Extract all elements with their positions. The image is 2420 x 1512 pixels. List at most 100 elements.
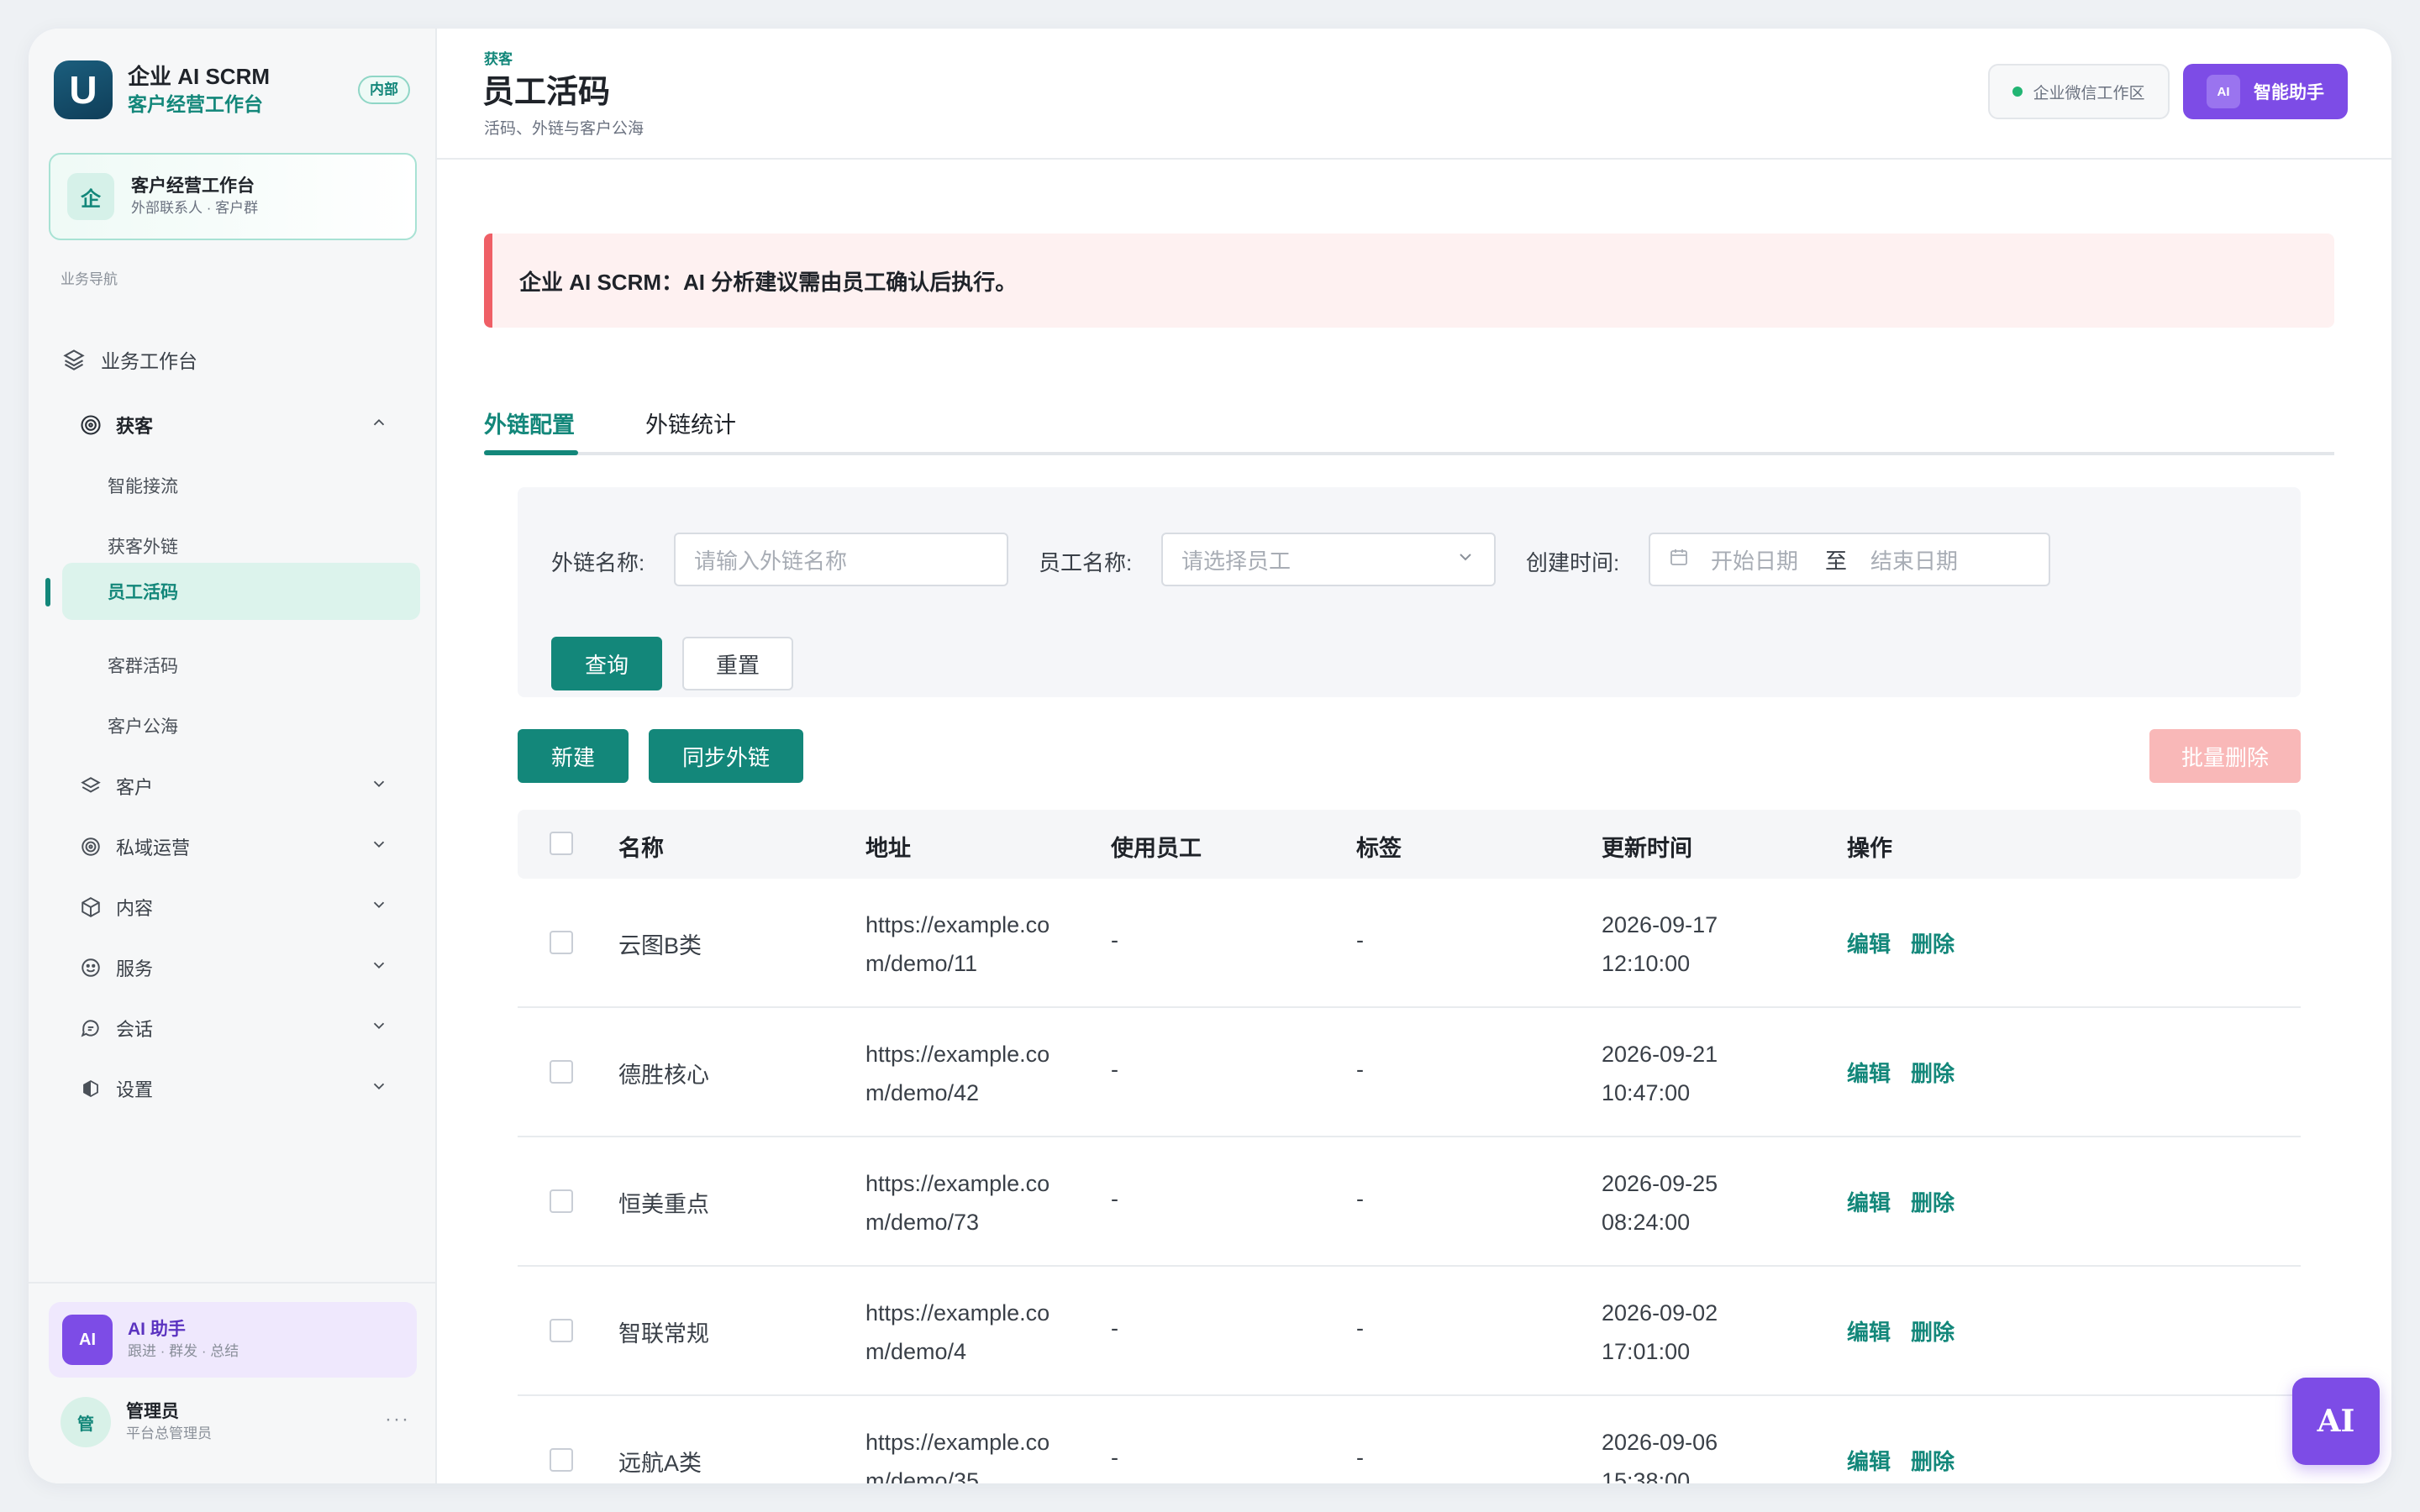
- app-window: U 企业 AI SCRM 客户经营工作台 内部 企 客户经营工作台 外部联系人 …: [29, 29, 2391, 1483]
- sidebar-item-smart-flow[interactable]: 智能接流: [62, 457, 420, 514]
- row-checkbox[interactable]: [550, 1060, 573, 1084]
- link-name-input[interactable]: 请输入外链名称: [674, 533, 1008, 586]
- column-header-url: 地址: [865, 836, 911, 861]
- workspace-icon: 企: [67, 173, 114, 220]
- select-all-checkbox[interactable]: [550, 832, 573, 855]
- chevron-down-icon: [370, 956, 388, 979]
- sync-links-button[interactable]: 同步外链: [649, 729, 803, 783]
- row-url: https://example.co m/demo/42: [865, 1042, 1050, 1105]
- row-name: 恒美重点: [618, 1192, 709, 1217]
- ai-notice-alert: 企业 AI SCRM：AI 分析建议需由员工确认后执行。: [484, 234, 2334, 328]
- floating-ai-button[interactable]: AI: [2292, 1378, 2380, 1465]
- reset-button[interactable]: 重置: [682, 637, 793, 690]
- workspace-card[interactable]: 企 客户经营工作台 外部联系人 · 客户群: [49, 153, 417, 240]
- new-button[interactable]: 新建: [518, 729, 629, 783]
- row-tag: -: [1356, 1315, 1364, 1341]
- more-options-icon[interactable]: ···: [385, 1408, 410, 1431]
- column-header-staff: 使用员工: [1111, 836, 1202, 861]
- sidebar-group-private-ops[interactable]: 私域运营: [76, 820, 420, 874]
- row-name: 智联常规: [618, 1321, 709, 1347]
- smart-assistant-label: 智能助手: [2254, 83, 2324, 102]
- ai-assistant-title: AI 助手: [128, 1320, 186, 1339]
- row-tag: -: [1356, 927, 1364, 953]
- edit-link[interactable]: 编辑: [1847, 927, 1891, 958]
- sidebar-group-label: 获客: [116, 416, 154, 437]
- row-tag: -: [1356, 1057, 1364, 1082]
- delete-link[interactable]: 删除: [1911, 1186, 1954, 1217]
- row-tag: -: [1356, 1186, 1364, 1211]
- tab-bar: 外链配置 外链统计: [484, 380, 2334, 455]
- sidebar-item-group-qrcode[interactable]: 客群活码: [62, 637, 420, 694]
- page-header: 获客 员工活码 活码、外链与客户公海 企业微信工作区 AI 智能助手: [437, 29, 2391, 160]
- chevron-down-icon: [1455, 547, 1476, 572]
- staff-select[interactable]: 请选择员工: [1161, 533, 1496, 586]
- sidebar-group-chat[interactable]: 会话: [76, 1001, 420, 1055]
- row-checkbox[interactable]: [550, 1448, 573, 1472]
- target-icon: [76, 413, 106, 437]
- row-checkbox[interactable]: [550, 1189, 573, 1213]
- tab-link-config[interactable]: 外链配置: [484, 407, 575, 439]
- sidebar: U 企业 AI SCRM 客户经营工作台 内部 企 客户经营工作台 外部联系人 …: [29, 29, 437, 1483]
- column-header-name: 名称: [618, 836, 664, 861]
- row-updated: 2026-09-17 12:10:00: [1602, 912, 1718, 976]
- edit-link[interactable]: 编辑: [1847, 1445, 1891, 1476]
- tab-link-stats[interactable]: 外链统计: [645, 407, 736, 439]
- delete-link[interactable]: 删除: [1911, 1315, 1954, 1347]
- sidebar-group-service[interactable]: 服务: [76, 941, 420, 995]
- smart-assistant-button[interactable]: AI 智能助手: [2183, 64, 2348, 119]
- chevron-down-icon: [370, 1016, 388, 1040]
- edit-link[interactable]: 编辑: [1847, 1186, 1891, 1217]
- chevron-up-icon: [370, 413, 388, 437]
- table-row: 恒美重点 https://example.co m/demo/73 - - 202…: [518, 1137, 2301, 1267]
- ai-icon: AI: [2207, 75, 2240, 108]
- row-staff: -: [1111, 1445, 1118, 1470]
- delete-link[interactable]: 删除: [1911, 1445, 1954, 1476]
- row-updated: 2026-09-02 17:01:00: [1602, 1300, 1718, 1364]
- layers-icon: [76, 775, 106, 797]
- sidebar-item-customer-pool[interactable]: 客户公海: [62, 697, 420, 754]
- start-date-placeholder: 开始日期: [1711, 548, 1799, 574]
- settings-icon: [76, 1079, 106, 1099]
- nav-section-label: 业务导航: [60, 271, 118, 287]
- delete-link[interactable]: 删除: [1911, 1057, 1954, 1088]
- delete-link[interactable]: 删除: [1911, 927, 1954, 958]
- status-dot-icon: [2012, 87, 2023, 97]
- staff-name-label: 员工名称:: [1039, 550, 1133, 575]
- user-profile[interactable]: 管 管理员 平台总管理员 ···: [60, 1393, 413, 1452]
- row-checkbox[interactable]: [550, 931, 573, 954]
- filter-panel: 外链名称: 请输入外链名称 员工名称: 请选择员工 创建时间: 开始日期 至 结…: [518, 487, 2301, 697]
- sidebar-group-settings[interactable]: 设置: [76, 1062, 420, 1116]
- chevron-down-icon: [370, 774, 388, 798]
- column-header-updated: 更新时间: [1602, 836, 1692, 861]
- wecom-workspace-label: 企业微信工作区: [2033, 84, 2145, 102]
- smile-icon: [76, 957, 106, 979]
- batch-delete-button[interactable]: 批量删除: [2149, 729, 2301, 783]
- ai-assistant-subtitle: 跟进 · 群发 · 总结: [128, 1343, 239, 1359]
- sidebar-group-customer[interactable]: 客户: [76, 759, 420, 813]
- wecom-workspace-button[interactable]: 企业微信工作区: [1988, 64, 2170, 119]
- row-checkbox[interactable]: [550, 1319, 573, 1342]
- row-updated: 2026-09-21 10:47:00: [1602, 1042, 1718, 1105]
- sidebar-item-staff-qrcode[interactable]: 员工活码: [62, 563, 420, 620]
- row-updated: 2026-09-06 15:38:00: [1602, 1430, 1718, 1483]
- edit-link[interactable]: 编辑: [1847, 1057, 1891, 1088]
- created-time-label: 创建时间:: [1526, 550, 1620, 575]
- cube-icon: [76, 896, 106, 918]
- brand-logo-icon: U: [54, 60, 113, 119]
- sidebar-group-label: 客户: [116, 777, 154, 798]
- table-row: 云图B类 https://example.co m/demo/11 - - 202…: [518, 879, 2301, 1008]
- ai-assistant-card[interactable]: AI AI 助手 跟进 · 群发 · 总结: [49, 1302, 417, 1378]
- user-name: 管理员: [126, 1402, 179, 1421]
- sidebar-item-workbench[interactable]: 业务工作台: [59, 333, 417, 386]
- edit-link[interactable]: 编辑: [1847, 1315, 1891, 1347]
- table-row: 德胜核心 https://example.co m/demo/42 - - 202…: [518, 1008, 2301, 1137]
- query-button[interactable]: 查询: [551, 637, 662, 690]
- column-header-actions: 操作: [1847, 836, 1892, 861]
- internal-badge: 内部: [358, 76, 410, 104]
- brand-name: 企业 AI SCRM: [128, 64, 271, 89]
- sidebar-group-content[interactable]: 内容: [76, 880, 420, 934]
- brand-subtitle: 客户经营工作台: [128, 93, 263, 115]
- date-range-picker[interactable]: 开始日期 至 结束日期: [1649, 533, 2050, 586]
- sidebar-group-acquire[interactable]: 获客: [76, 398, 420, 452]
- workspace-subtitle: 外部联系人 · 客户群: [131, 200, 259, 216]
